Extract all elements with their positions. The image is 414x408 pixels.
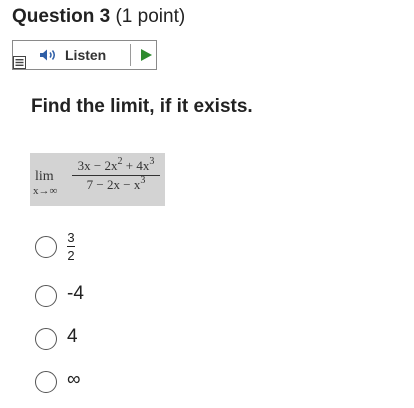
option-2-radio[interactable] [35,285,57,307]
limit-fraction: 3x − 2x2 + 4x3 7 − 2x − x3 [70,157,162,194]
listen-label: Listen [65,47,107,63]
option-1-label: 3 2 [67,230,75,263]
option-3-label: 4 [67,326,78,347]
menu-icon[interactable] [13,56,26,69]
question-points: (1 point) [115,6,186,27]
option-4-radio[interactable] [35,371,57,393]
lim-text: lim [35,169,54,184]
option-1-radio[interactable] [35,236,57,258]
option-2[interactable]: -4 [35,283,84,307]
option-2-label: -4 [67,283,84,304]
question-prompt: Find the limit, if it exists. [31,96,253,117]
option-1[interactable]: 3 2 [35,231,75,262]
toolbar-divider [130,44,131,66]
lim-subscript: x→∞ [33,185,58,197]
speaker-icon [40,49,55,61]
play-icon[interactable] [138,47,154,63]
option-4[interactable]: ∞ [35,369,81,393]
question-title: Question 3 [12,6,111,27]
fraction-denominator: 7 − 2x − x3 [86,175,146,193]
option-3-radio[interactable] [35,328,57,350]
option-3[interactable]: 4 [35,326,78,350]
listen-toolbar: Listen [12,40,157,70]
question-header: Question 3 (1 point) [12,6,185,28]
listen-button[interactable]: Listen [33,41,128,69]
limit-expression: lim x→∞ 3x − 2x2 + 4x3 7 − 2x − x3 [30,153,165,206]
option-4-label: ∞ [67,369,81,390]
fraction-numerator: 3x − 2x2 + 4x3 [77,156,155,174]
